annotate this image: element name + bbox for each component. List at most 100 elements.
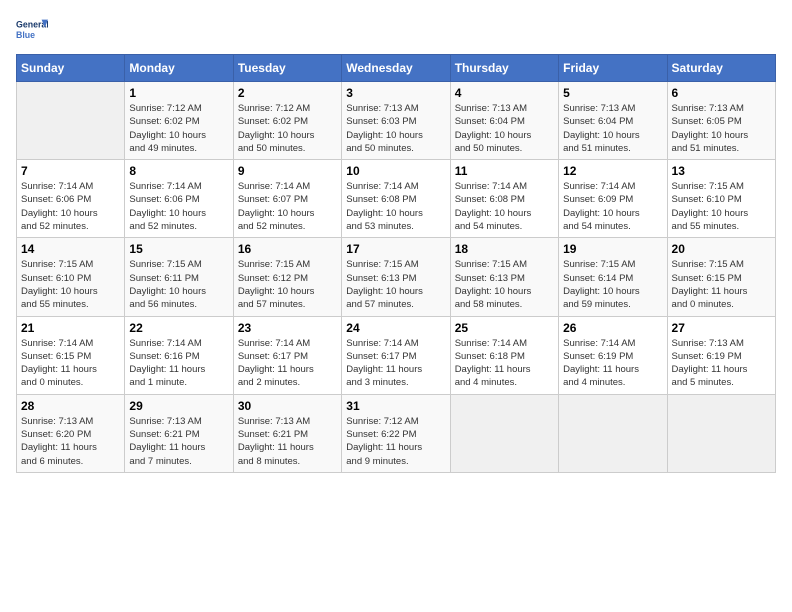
calendar-cell: 30 Sunrise: 7:13 AMSunset: 6:21 PMDayligh… xyxy=(233,394,341,472)
calendar-cell: 29 Sunrise: 7:13 AMSunset: 6:21 PMDayligh… xyxy=(125,394,233,472)
calendar-cell: 3 Sunrise: 7:13 AMSunset: 6:03 PMDaylight… xyxy=(342,82,450,160)
day-info: Sunrise: 7:14 AMSunset: 6:19 PMDaylight:… xyxy=(563,337,662,390)
day-info: Sunrise: 7:13 AMSunset: 6:04 PMDaylight:… xyxy=(455,102,554,155)
day-info: Sunrise: 7:15 AMSunset: 6:13 PMDaylight:… xyxy=(455,258,554,311)
calendar-cell: 16 Sunrise: 7:15 AMSunset: 6:12 PMDayligh… xyxy=(233,238,341,316)
day-number: 5 xyxy=(563,86,662,100)
day-number: 4 xyxy=(455,86,554,100)
calendar-cell xyxy=(450,394,558,472)
header-thursday: Thursday xyxy=(450,55,558,82)
day-number: 31 xyxy=(346,399,445,413)
day-number: 7 xyxy=(21,164,120,178)
calendar-cell: 18 Sunrise: 7:15 AMSunset: 6:13 PMDayligh… xyxy=(450,238,558,316)
calendar-cell: 10 Sunrise: 7:14 AMSunset: 6:08 PMDayligh… xyxy=(342,160,450,238)
day-info: Sunrise: 7:14 AMSunset: 6:08 PMDaylight:… xyxy=(346,180,445,233)
day-info: Sunrise: 7:13 AMSunset: 6:20 PMDaylight:… xyxy=(21,415,120,468)
svg-text:Blue: Blue xyxy=(16,30,35,40)
day-number: 27 xyxy=(672,321,771,335)
calendar-header-row: SundayMondayTuesdayWednesdayThursdayFrid… xyxy=(17,55,776,82)
calendar-cell: 8 Sunrise: 7:14 AMSunset: 6:06 PMDaylight… xyxy=(125,160,233,238)
header-saturday: Saturday xyxy=(667,55,775,82)
calendar-cell: 21 Sunrise: 7:14 AMSunset: 6:15 PMDayligh… xyxy=(17,316,125,394)
day-number: 26 xyxy=(563,321,662,335)
day-number: 15 xyxy=(129,242,228,256)
header-friday: Friday xyxy=(559,55,667,82)
day-info: Sunrise: 7:13 AMSunset: 6:21 PMDaylight:… xyxy=(129,415,228,468)
day-number: 12 xyxy=(563,164,662,178)
calendar-cell: 27 Sunrise: 7:13 AMSunset: 6:19 PMDayligh… xyxy=(667,316,775,394)
calendar-cell: 22Sunrise: 7:14 AMSunset: 6:16 PMDayligh… xyxy=(125,316,233,394)
day-info: Sunrise: 7:15 AMSunset: 6:13 PMDaylight:… xyxy=(346,258,445,311)
day-info: Sunrise: 7:13 AMSunset: 6:19 PMDaylight:… xyxy=(672,337,771,390)
header-sunday: Sunday xyxy=(17,55,125,82)
day-info: Sunrise: 7:15 AMSunset: 6:10 PMDaylight:… xyxy=(672,180,771,233)
day-number: 18 xyxy=(455,242,554,256)
day-number: 21 xyxy=(21,321,120,335)
calendar-cell: 17 Sunrise: 7:15 AMSunset: 6:13 PMDayligh… xyxy=(342,238,450,316)
day-number: 10 xyxy=(346,164,445,178)
calendar-table: SundayMondayTuesdayWednesdayThursdayFrid… xyxy=(16,54,776,473)
day-info: Sunrise: 7:14 AMSunset: 6:08 PMDaylight:… xyxy=(455,180,554,233)
day-info: Sunrise: 7:13 AMSunset: 6:04 PMDaylight:… xyxy=(563,102,662,155)
day-number: 28 xyxy=(21,399,120,413)
calendar-cell xyxy=(667,394,775,472)
calendar-cell: 13 Sunrise: 7:15 AMSunset: 6:10 PMDayligh… xyxy=(667,160,775,238)
day-number: 13 xyxy=(672,164,771,178)
day-info: Sunrise: 7:13 AMSunset: 6:03 PMDaylight:… xyxy=(346,102,445,155)
calendar-cell: 25 Sunrise: 7:14 AMSunset: 6:18 PMDayligh… xyxy=(450,316,558,394)
day-number: 8 xyxy=(129,164,228,178)
day-info: Sunrise: 7:15 AMSunset: 6:14 PMDaylight:… xyxy=(563,258,662,311)
calendar-cell: 20Sunrise: 7:15 AMSunset: 6:15 PMDayligh… xyxy=(667,238,775,316)
calendar-cell xyxy=(559,394,667,472)
day-number: 29 xyxy=(129,399,228,413)
day-number: 16 xyxy=(238,242,337,256)
page-header: General Blue xyxy=(16,16,776,44)
day-info: Sunrise: 7:15 AMSunset: 6:12 PMDaylight:… xyxy=(238,258,337,311)
calendar-cell: 4 Sunrise: 7:13 AMSunset: 6:04 PMDaylight… xyxy=(450,82,558,160)
day-info: Sunrise: 7:14 AMSunset: 6:18 PMDaylight:… xyxy=(455,337,554,390)
day-number: 3 xyxy=(346,86,445,100)
calendar-cell: 6Sunrise: 7:13 AMSunset: 6:05 PMDaylight… xyxy=(667,82,775,160)
calendar-cell: 31 Sunrise: 7:12 AMSunset: 6:22 PMDayligh… xyxy=(342,394,450,472)
calendar-cell: 26 Sunrise: 7:14 AMSunset: 6:19 PMDayligh… xyxy=(559,316,667,394)
calendar-cell: 15 Sunrise: 7:15 AMSunset: 6:11 PMDayligh… xyxy=(125,238,233,316)
calendar-cell: 1 Sunrise: 7:12 AMSunset: 6:02 PMDaylight… xyxy=(125,82,233,160)
calendar-cell: 9 Sunrise: 7:14 AMSunset: 6:07 PMDaylight… xyxy=(233,160,341,238)
calendar-cell: 14Sunrise: 7:15 AMSunset: 6:10 PMDayligh… xyxy=(17,238,125,316)
day-number: 2 xyxy=(238,86,337,100)
day-info: Sunrise: 7:14 AMSunset: 6:06 PMDaylight:… xyxy=(129,180,228,233)
day-info: Sunrise: 7:12 AMSunset: 6:22 PMDaylight:… xyxy=(346,415,445,468)
day-number: 22 xyxy=(129,321,228,335)
day-info: Sunrise: 7:12 AMSunset: 6:02 PMDaylight:… xyxy=(129,102,228,155)
calendar-cell xyxy=(17,82,125,160)
calendar-week-row: 1 Sunrise: 7:12 AMSunset: 6:02 PMDaylight… xyxy=(17,82,776,160)
calendar-week-row: 28 Sunrise: 7:13 AMSunset: 6:20 PMDayligh… xyxy=(17,394,776,472)
calendar-week-row: 7 Sunrise: 7:14 AMSunset: 6:06 PMDaylight… xyxy=(17,160,776,238)
day-info: Sunrise: 7:13 AMSunset: 6:21 PMDaylight:… xyxy=(238,415,337,468)
day-number: 30 xyxy=(238,399,337,413)
day-number: 25 xyxy=(455,321,554,335)
day-number: 11 xyxy=(455,164,554,178)
day-info: Sunrise: 7:13 AMSunset: 6:05 PMDaylight:… xyxy=(672,102,771,155)
generalblue-logo-icon: General Blue xyxy=(16,16,48,44)
day-info: Sunrise: 7:15 AMSunset: 6:11 PMDaylight:… xyxy=(129,258,228,311)
day-info: Sunrise: 7:14 AMSunset: 6:15 PMDaylight:… xyxy=(21,337,120,390)
calendar-cell: 28 Sunrise: 7:13 AMSunset: 6:20 PMDayligh… xyxy=(17,394,125,472)
calendar-cell: 5 Sunrise: 7:13 AMSunset: 6:04 PMDaylight… xyxy=(559,82,667,160)
header-wednesday: Wednesday xyxy=(342,55,450,82)
day-number: 1 xyxy=(129,86,228,100)
day-info: Sunrise: 7:14 AMSunset: 6:07 PMDaylight:… xyxy=(238,180,337,233)
calendar-cell: 19Sunrise: 7:15 AMSunset: 6:14 PMDayligh… xyxy=(559,238,667,316)
day-info: Sunrise: 7:14 AMSunset: 6:09 PMDaylight:… xyxy=(563,180,662,233)
day-number: 9 xyxy=(238,164,337,178)
day-number: 14 xyxy=(21,242,120,256)
calendar-cell: 12 Sunrise: 7:14 AMSunset: 6:09 PMDayligh… xyxy=(559,160,667,238)
day-number: 24 xyxy=(346,321,445,335)
day-number: 20 xyxy=(672,242,771,256)
header-tuesday: Tuesday xyxy=(233,55,341,82)
logo: General Blue xyxy=(16,16,48,44)
day-info: Sunrise: 7:14 AMSunset: 6:17 PMDaylight:… xyxy=(346,337,445,390)
calendar-week-row: 21 Sunrise: 7:14 AMSunset: 6:15 PMDayligh… xyxy=(17,316,776,394)
calendar-cell: 7Sunrise: 7:14 AMSunset: 6:06 PMDaylight… xyxy=(17,160,125,238)
day-number: 17 xyxy=(346,242,445,256)
